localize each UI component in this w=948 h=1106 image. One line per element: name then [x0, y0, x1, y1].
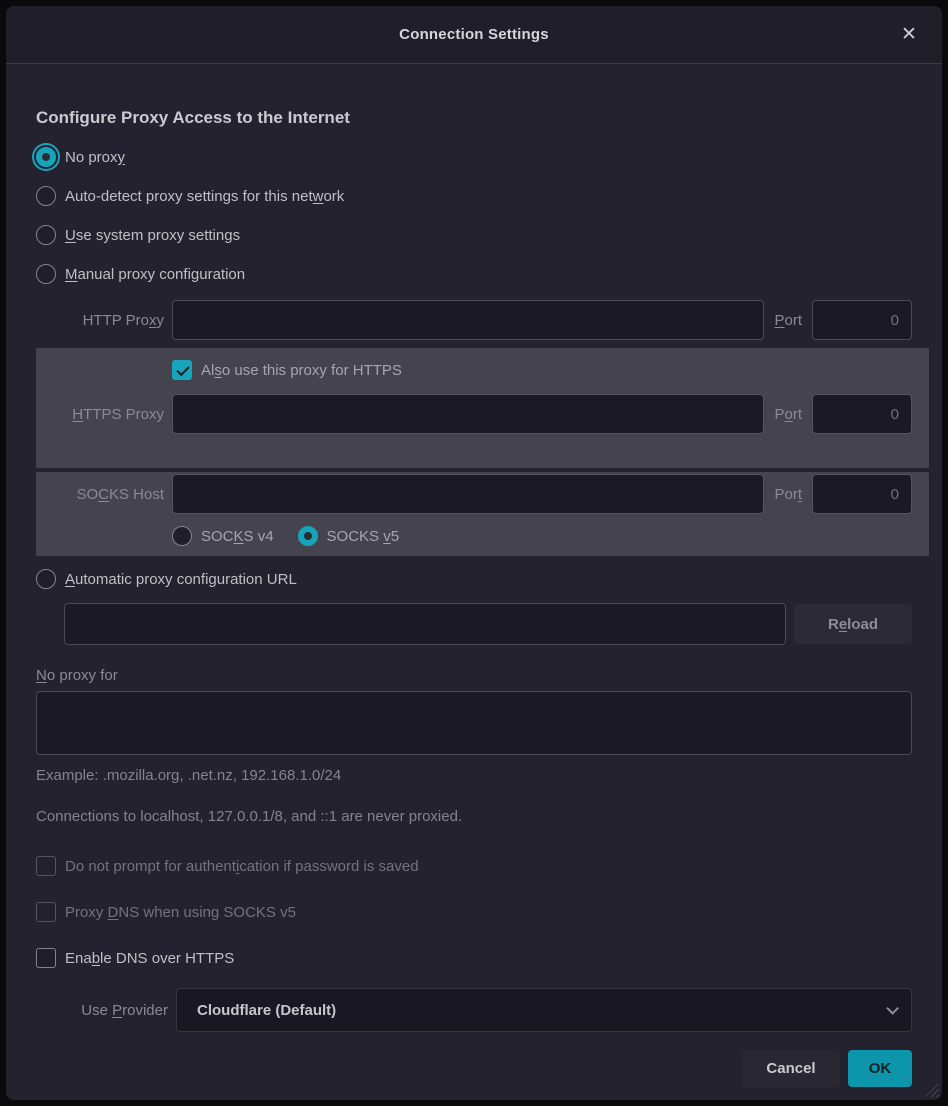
- radio-manual-proxy[interactable]: Manual proxy configuration: [36, 259, 912, 289]
- socks-host-label: SOCKS Host: [36, 486, 164, 503]
- no-prompt-auth-label: Do not prompt for authentication if pass…: [65, 858, 419, 875]
- radio-selected-icon[interactable]: [298, 526, 318, 546]
- no-proxy-example-text: Example: .mozilla.org, .net.nz, 192.168.…: [36, 767, 912, 784]
- socks-v4-label[interactable]: SOCKS v4: [201, 528, 274, 545]
- ok-button[interactable]: OK: [848, 1050, 912, 1087]
- radio-icon: [36, 186, 56, 206]
- https-highlight-section: Also use this proxy for HTTPS HTTPS Prox…: [36, 348, 929, 468]
- chevron-down-icon: [886, 1002, 899, 1015]
- enable-doh-label: Enable DNS over HTTPS: [65, 950, 234, 967]
- radio-icon: [36, 569, 56, 589]
- radio-auto-config-url[interactable]: Automatic proxy configuration URL: [36, 564, 912, 594]
- also-use-https-label: Also use this proxy for HTTPS: [201, 362, 402, 379]
- dialog-footer: Cancel OK: [6, 1036, 942, 1100]
- socks-port-input[interactable]: [812, 474, 912, 514]
- no-proxy-for-label: No proxy for: [36, 667, 912, 684]
- radio-icon: [36, 225, 56, 245]
- proxy-dns-label: Proxy DNS when using SOCKS v5: [65, 904, 296, 921]
- http-proxy-input[interactable]: [172, 300, 764, 340]
- https-port-input[interactable]: [812, 394, 912, 434]
- no-proxy-for-textarea[interactable]: [36, 691, 912, 755]
- radio-auto-detect[interactable]: Auto-detect proxy settings for this netw…: [36, 181, 912, 211]
- socks-version-group: SOCKS v4 SOCKS v5: [172, 524, 912, 548]
- https-proxy-input[interactable]: [172, 394, 764, 434]
- radio-manual-proxy-label: Manual proxy configuration: [65, 266, 245, 283]
- radio-system-proxy-label: Use system proxy settings: [65, 227, 240, 244]
- radio-no-proxy[interactable]: No proxy: [36, 142, 912, 172]
- radio-icon: [36, 264, 56, 284]
- https-proxy-label: HTTPS Proxy: [36, 406, 164, 423]
- provider-select[interactable]: Cloudflare (Default): [176, 988, 912, 1032]
- pac-url-row: Reload: [36, 603, 912, 645]
- provider-select-value: Cloudflare (Default): [197, 1002, 886, 1019]
- close-icon[interactable]: ✕: [894, 20, 924, 50]
- pac-url-input[interactable]: [64, 603, 786, 645]
- checkbox-checked-icon: [172, 360, 192, 380]
- checkbox-icon: [36, 948, 56, 968]
- dialog-content: Configure Proxy Access to the Internet N…: [6, 64, 942, 1036]
- radio-auto-config-url-label: Automatic proxy configuration URL: [65, 571, 297, 588]
- checkbox-icon: [36, 902, 56, 922]
- http-proxy-label: HTTP Proxy: [36, 312, 164, 329]
- checkbox-also-use-https[interactable]: Also use this proxy for HTTPS: [172, 354, 912, 386]
- https-proxy-row: HTTPS Proxy Port: [36, 392, 912, 436]
- socks-host-row: SOCKS Host Port: [36, 472, 912, 516]
- https-port-label: Port: [774, 406, 802, 423]
- connection-settings-dialog: Connection Settings ✕ Configure Proxy Ac…: [6, 6, 942, 1100]
- checkbox-proxy-dns[interactable]: Proxy DNS when using SOCKS v5: [36, 897, 912, 927]
- http-port-label: Port: [774, 312, 802, 329]
- section-heading: Configure Proxy Access to the Internet: [36, 108, 912, 128]
- radio-auto-detect-label: Auto-detect proxy settings for this netw…: [65, 188, 344, 205]
- use-provider-label: Use Provider: [36, 1002, 168, 1019]
- http-port-input[interactable]: [812, 300, 912, 340]
- doh-provider-row: Use Provider Cloudflare (Default): [36, 988, 912, 1032]
- socks-host-input[interactable]: [172, 474, 764, 514]
- screenshot-frame: Connection Settings ✕ Configure Proxy Ac…: [0, 0, 948, 1106]
- socks-port-label: Port: [774, 486, 802, 503]
- checkbox-no-prompt-auth[interactable]: Do not prompt for authentication if pass…: [36, 851, 912, 881]
- reload-button[interactable]: Reload: [794, 604, 912, 644]
- localhost-note-text: Connections to localhost, 127.0.0.1/8, a…: [36, 808, 912, 825]
- dialog-title: Connection Settings: [399, 26, 549, 43]
- http-proxy-row: HTTP Proxy Port: [36, 298, 912, 342]
- dialog-titlebar: Connection Settings ✕: [6, 6, 942, 64]
- socks-highlight-section: SOCKS Host Port SOCKS v4 SOCKS v5: [36, 472, 929, 556]
- checkbox-enable-doh[interactable]: Enable DNS over HTTPS: [36, 943, 912, 973]
- socks-v5-label[interactable]: SOCKS v5: [327, 528, 400, 545]
- radio-selected-icon: [36, 147, 56, 167]
- radio-icon[interactable]: [172, 526, 192, 546]
- checkbox-icon: [36, 856, 56, 876]
- radio-system-proxy[interactable]: Use system proxy settings: [36, 220, 912, 250]
- radio-no-proxy-label: No proxy: [65, 149, 125, 166]
- cancel-button[interactable]: Cancel: [742, 1050, 840, 1087]
